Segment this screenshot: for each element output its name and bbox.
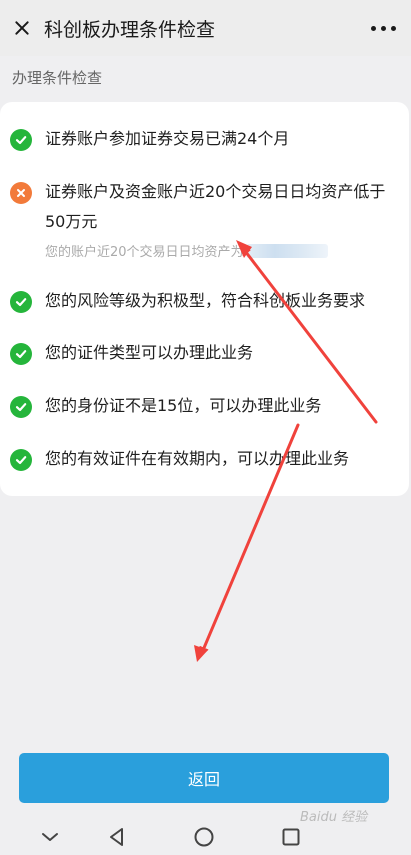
condition-text: 您的身份证不是15位，可以办理此业务 <box>45 396 322 415</box>
condition-text: 您的风险等级为积极型，符合科创板业务要求 <box>45 291 366 310</box>
home-circle-icon[interactable] <box>192 825 216 849</box>
condition-text: 证券账户及资金账户近20个交易日日均资产低于50万元 <box>45 182 386 231</box>
recents-square-icon[interactable] <box>279 825 303 849</box>
watermark-text: Baidu 经验 <box>300 810 368 825</box>
more-dots-icon[interactable] <box>363 16 403 40</box>
back-triangle-icon[interactable] <box>105 825 129 849</box>
conditions-card: 证券账户参加证券交易已满24个月 证券账户及资金账户近20个交易日日均资产低于5… <box>0 102 409 496</box>
check-icon <box>10 129 32 151</box>
check-icon <box>10 343 32 365</box>
section-label: 办理条件检查 <box>12 69 103 87</box>
blurred-amount <box>245 244 328 258</box>
page-title: 科创板办理条件检查 <box>44 18 216 41</box>
condition-text: 您的证件类型可以办理此业务 <box>45 343 254 362</box>
return-button[interactable]: 返回 <box>19 753 389 803</box>
check-icon <box>10 449 32 471</box>
check-icon <box>10 396 32 418</box>
chevron-down-icon[interactable] <box>38 825 62 849</box>
cross-icon <box>10 182 32 204</box>
condition-detail: 您的账户近20个交易日日均资产为 <box>45 241 328 260</box>
close-icon[interactable] <box>10 16 34 40</box>
annotation-arrow-head-down <box>194 645 208 662</box>
title-bar: 科创板办理条件检查 <box>0 0 411 56</box>
condition-text: 您的有效证件在有效期内，可以办理此业务 <box>45 449 350 468</box>
check-icon <box>10 291 32 313</box>
condition-text: 证券账户参加证券交易已满24个月 <box>45 129 290 148</box>
